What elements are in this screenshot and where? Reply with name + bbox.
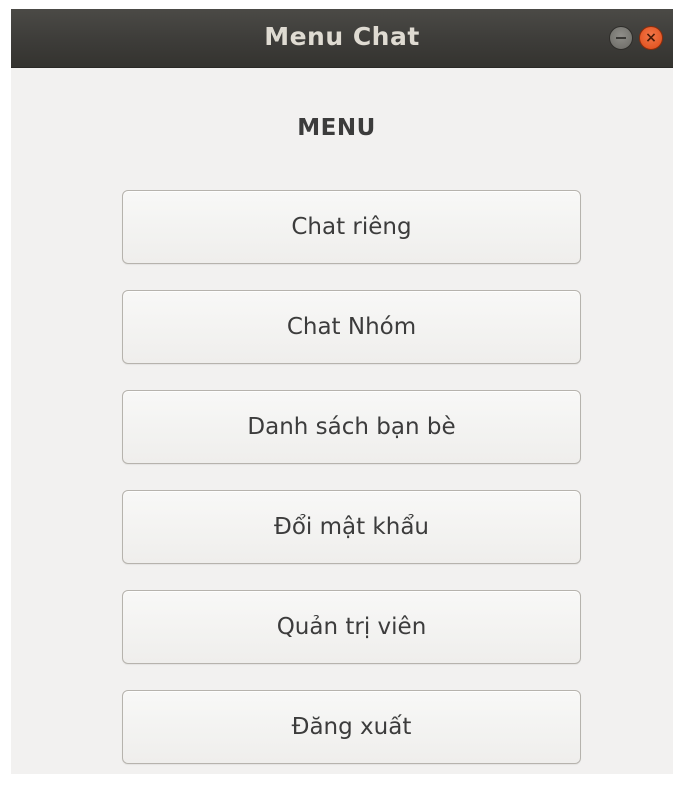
title-bar[interactable]: Menu Chat ×	[11, 9, 673, 68]
logout-button[interactable]: Đăng xuất	[122, 690, 581, 764]
private-chat-button[interactable]: Chat riêng	[122, 190, 581, 264]
change-password-button[interactable]: Đổi mật khẩu	[122, 490, 581, 564]
window-title: Menu Chat	[264, 22, 420, 51]
menu-heading: MENU	[297, 115, 376, 141]
close-button[interactable]: ×	[639, 26, 663, 50]
close-icon: ×	[645, 30, 657, 46]
admin-button[interactable]: Quản trị viên	[122, 590, 581, 664]
group-chat-button[interactable]: Chat Nhóm	[122, 290, 581, 364]
minimize-icon	[616, 37, 626, 39]
minimize-button[interactable]	[609, 26, 633, 50]
friend-list-button[interactable]: Danh sách bạn bè	[122, 390, 581, 464]
